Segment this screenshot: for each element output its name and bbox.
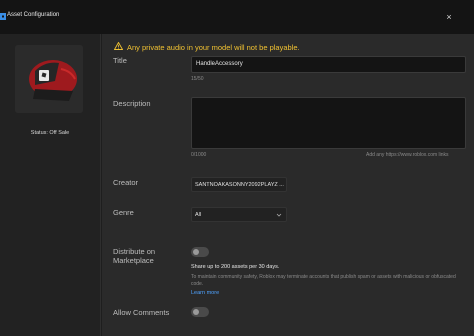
distribute-label: Distribute on Marketplace (113, 247, 156, 265)
roblox-studio-icon (0, 13, 6, 20)
warning-triangle-icon (114, 42, 123, 50)
genre-value: All (195, 212, 202, 218)
title-bar: Asset Configuration × (0, 0, 474, 34)
sale-status: Status: Off Sale (30, 130, 70, 136)
title-char-count: 15/50 (191, 76, 204, 82)
allow-comments-toggle[interactable] (191, 307, 209, 317)
title-label: Title (113, 56, 127, 65)
creator-dropdown[interactable]: SANTNOAKASONNY2092PLAYZ ... (191, 177, 287, 192)
policy-text: To maintain community safety, Roblox may… (191, 274, 456, 287)
learn-more-link[interactable]: Learn more (191, 290, 219, 296)
window-title: Asset Configuration (7, 12, 60, 18)
description-input[interactable] (191, 97, 466, 149)
creator-value: SANTNOAKASONNY2092PLAYZ ... (195, 182, 284, 188)
asset-preview-panel: Status: Off Sale (0, 34, 101, 336)
private-audio-warning: Any private audio in your model will not… (127, 43, 300, 52)
title-input[interactable]: HandleAccessory (191, 56, 466, 73)
distribute-toggle[interactable] (191, 247, 209, 257)
configuration-panel (102, 34, 474, 336)
close-icon[interactable]: × (444, 12, 454, 22)
creator-label: Creator (113, 178, 139, 187)
genre-dropdown[interactable]: All (191, 207, 287, 222)
share-limit-text: Share up to 200 assets per 30 days. (191, 264, 280, 270)
allow-comments-label: Allow Comments (113, 308, 170, 317)
description-char-count: 0/1000 (191, 152, 207, 158)
asset-thumbnail (15, 45, 83, 113)
genre-label: Genre (113, 208, 134, 217)
description-label: Description (113, 99, 151, 108)
title-value: HandleAccessory (196, 61, 243, 67)
cap-accessory-image (15, 45, 83, 113)
chevron-down-icon (276, 213, 282, 217)
description-link-hint: Add any https://www.roblox.com links (366, 152, 449, 158)
